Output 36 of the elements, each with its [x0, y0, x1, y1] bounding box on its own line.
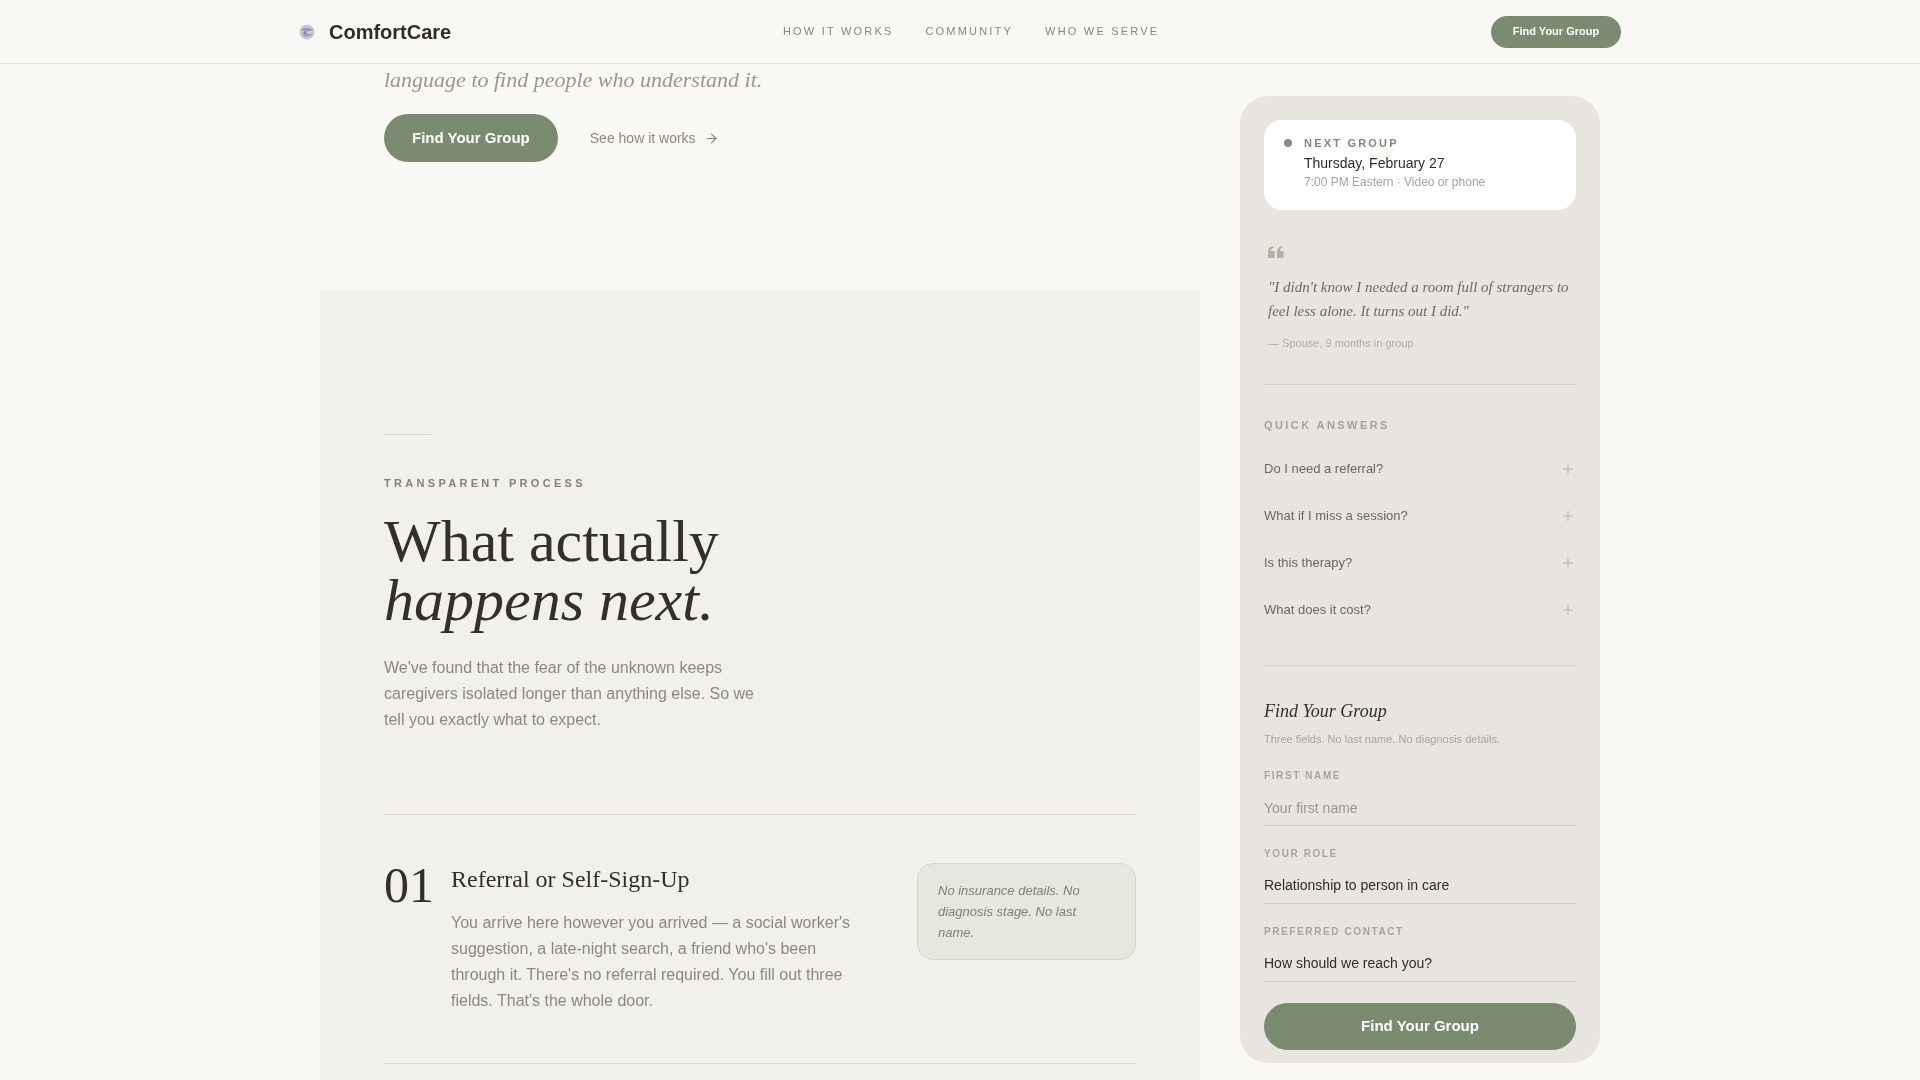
faq-item[interactable]: What if I miss a session?: [1264, 492, 1576, 539]
submit-button[interactable]: Find Your Group: [1264, 1003, 1576, 1050]
field-label: FIRST NAME: [1264, 769, 1343, 783]
field-label: PREFERRED CONTACT: [1264, 925, 1405, 939]
testimonial-quote: "I didn't know I needed a room full of strangers to feel less alone. It turns out I did.": [1268, 278, 1570, 321]
step-title: Referral or Self-Sign-Up: [451, 865, 691, 894]
find-group-button[interactable]: Find Your Group: [384, 114, 558, 162]
nav-link[interactable]: WHO WE SERVE: [1045, 23, 1160, 40]
step-description: You arrive here however you arrived — a social worker's suggestion, a late-night search, a friend who's been through it. There's no referral required. You fill out three fields. That's the whole door.: [451, 913, 852, 1011]
next-group-date: Thursday, February 27: [1304, 154, 1446, 173]
faq-heading: QUICK ANSWERS: [1264, 418, 1391, 433]
faq-item[interactable]: Is this therapy?: [1264, 539, 1576, 586]
section-eyebrow: TRANSPARENT PROCESS: [384, 476, 587, 491]
step-note: No insurance details. No diagnosis stage. No last name.: [917, 863, 1136, 960]
faq-item[interactable]: What does it cost?: [1264, 586, 1576, 633]
logo-icon: [299, 23, 315, 40]
input-field[interactable]: Your first name: [1264, 790, 1576, 826]
select-field[interactable]: Relationship to person in care: [1264, 868, 1576, 904]
nav-link[interactable]: HOW IT WORKS: [782, 23, 894, 40]
section-intro: We've found that the fear of the unknown keeps caregivers isolated longer than anything else. So we tell you exactly what to expect.: [384, 658, 755, 730]
hero-subtitle: language to find people who understand it.: [384, 66, 764, 94]
see-how-link[interactable]: See how it works: [589, 127, 719, 149]
brand-name[interactable]: ComfortCare: [329, 16, 452, 47]
step-number: 01: [384, 863, 435, 907]
select-field[interactable]: How should we reach you?: [1264, 946, 1576, 982]
field-label: YOUR ROLE: [1264, 847, 1339, 861]
next-group-details: 7:00 PM Eastern · Video or phone: [1304, 174, 1487, 190]
faq-item[interactable]: Do I need a referral?: [1264, 445, 1576, 492]
quote-icon: [1268, 246, 1284, 258]
header-cta-button[interactable]: Find Your Group: [1491, 15, 1621, 48]
form-subtitle: Three fields. No last name. No diagnosis details.: [1264, 732, 1501, 747]
next-group-label: NEXT GROUP: [1304, 136, 1399, 151]
arrow-right-icon: [703, 130, 719, 146]
testimonial-attribution: — Spouse, 9 months in group: [1268, 336, 1415, 351]
nav-link[interactable]: COMMUNITY: [925, 23, 1014, 40]
form-title: Find Your Group: [1264, 700, 1388, 723]
